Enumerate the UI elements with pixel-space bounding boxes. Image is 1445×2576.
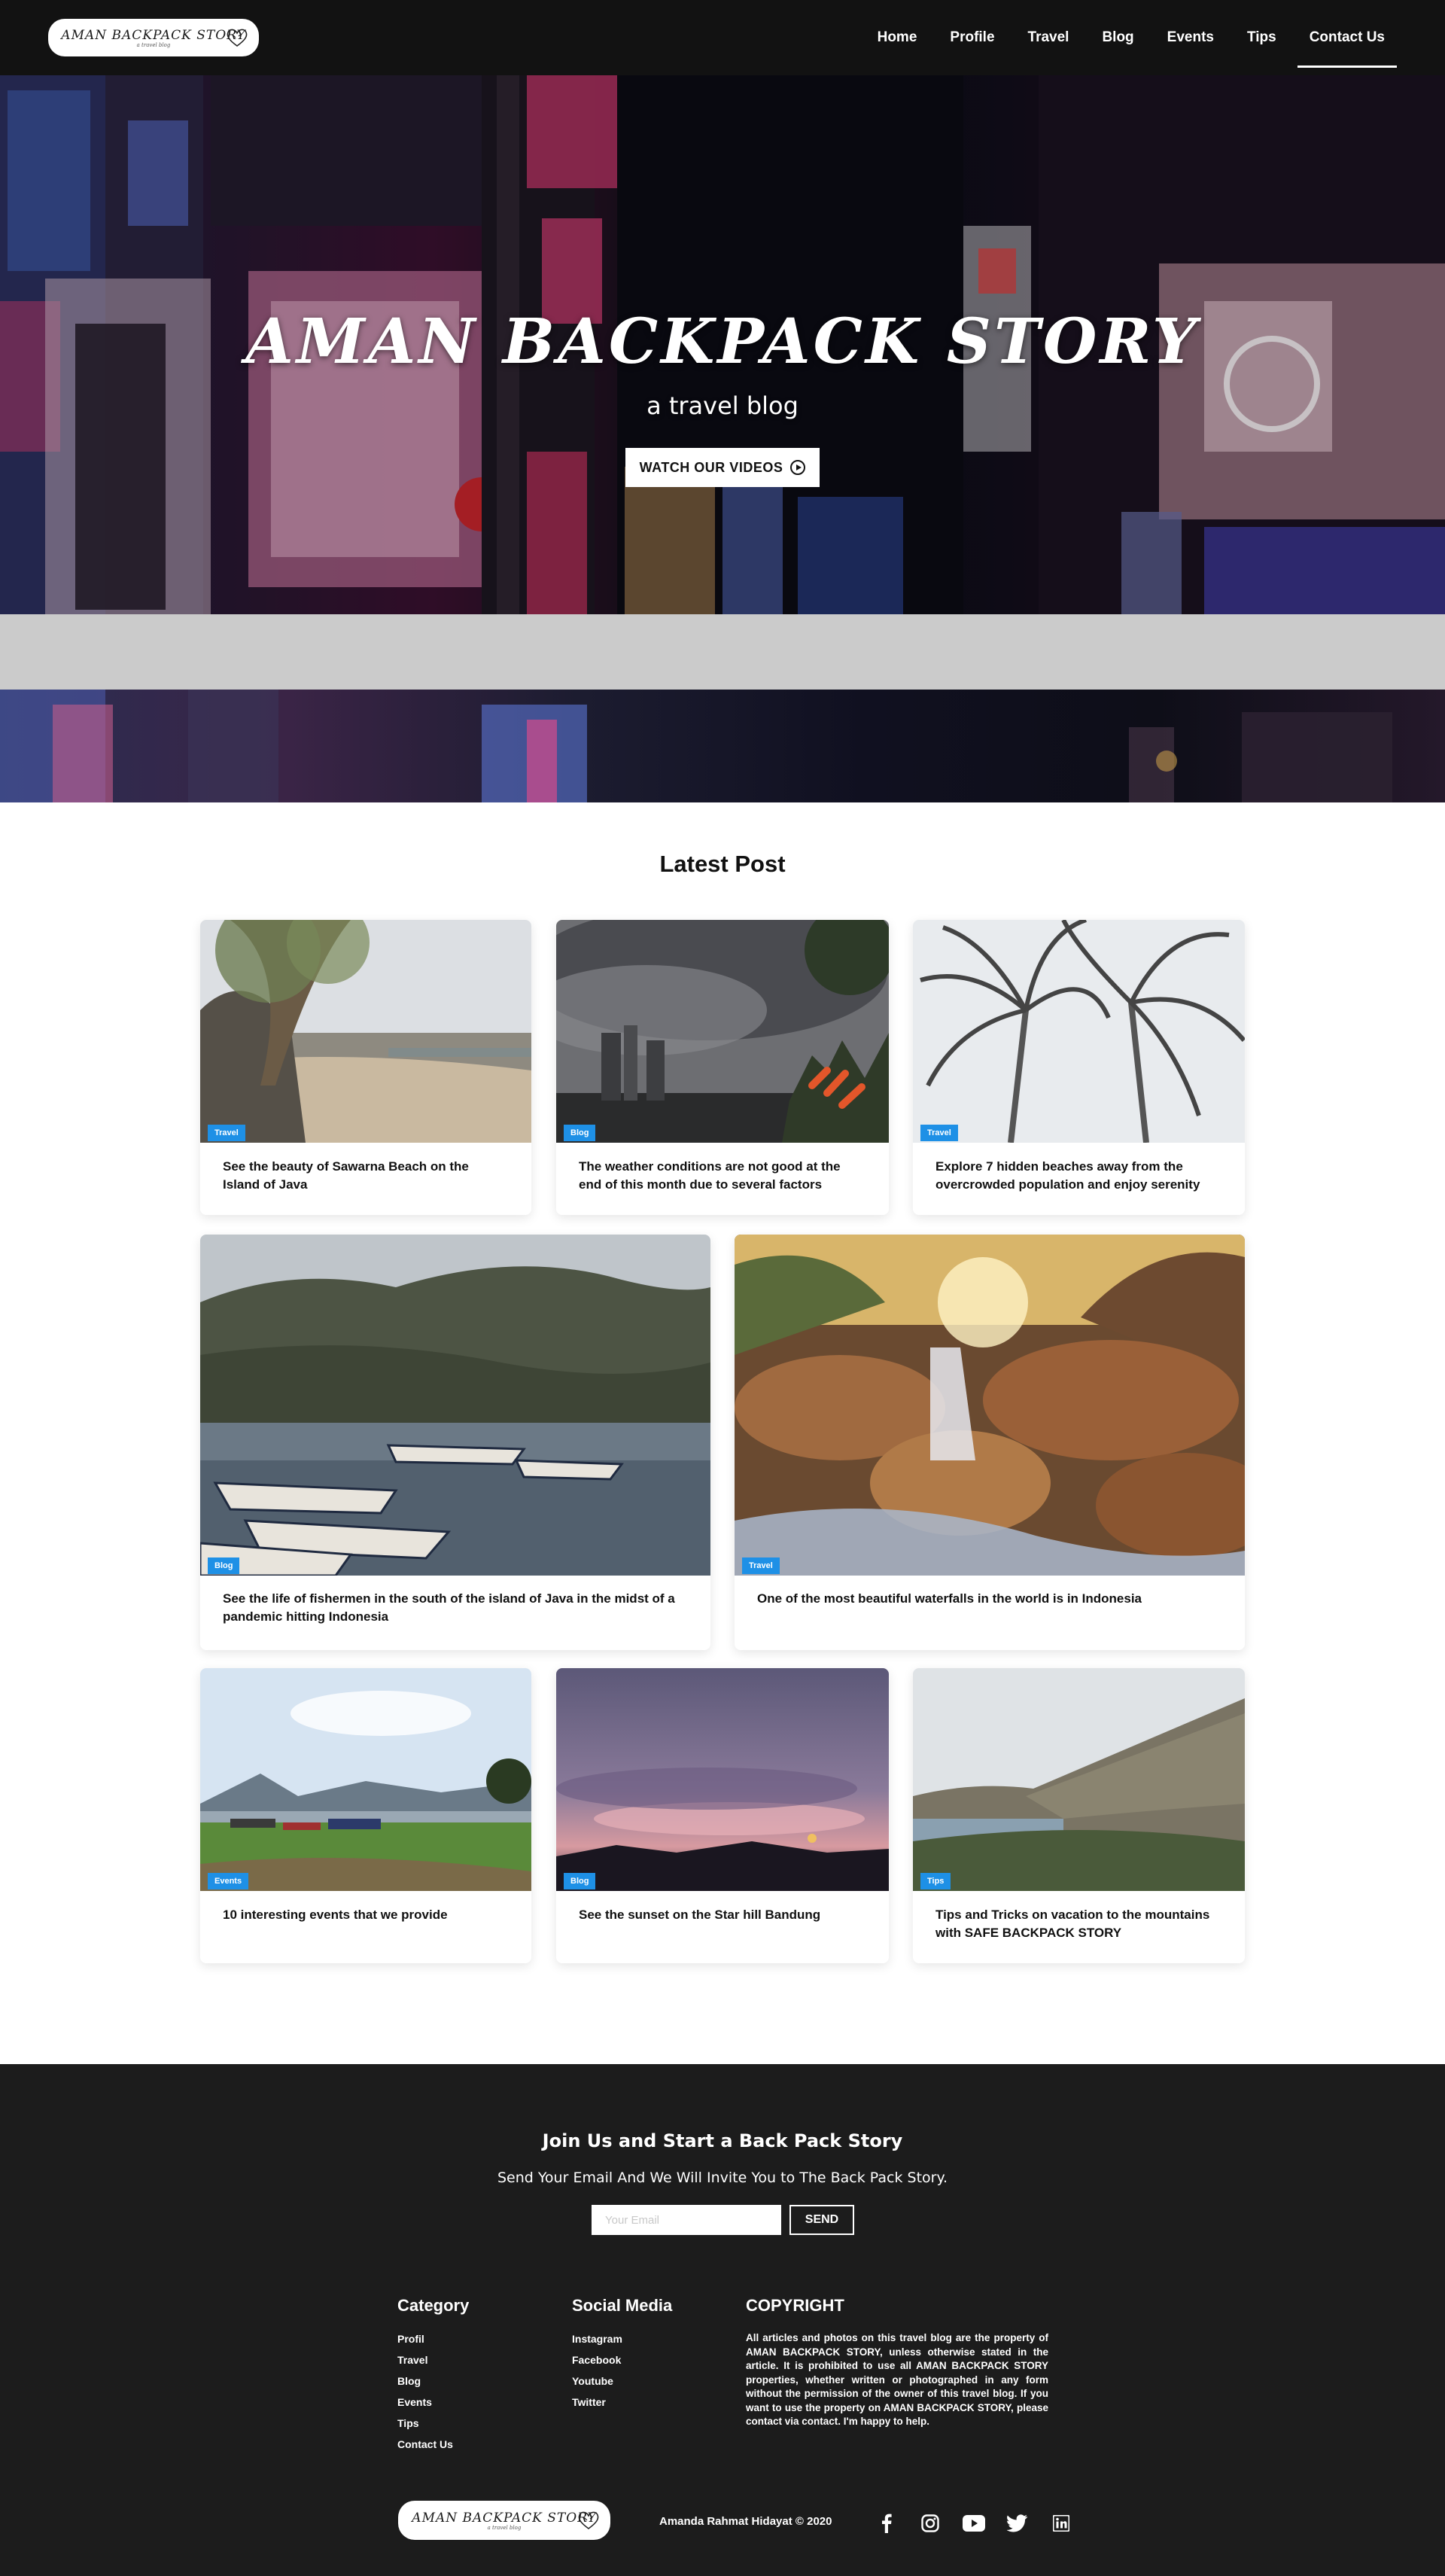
facebook-icon[interactable]	[875, 2511, 899, 2535]
social-icons	[875, 2511, 1093, 2535]
post-card[interactable]: Tips Tips and Tricks on vacation to the …	[913, 1668, 1245, 1963]
post-image-palms	[913, 920, 1245, 1143]
footer-link-travel[interactable]: Travel	[397, 2352, 453, 2374]
category-heading: Category	[397, 2296, 470, 2315]
footer-link-twitter[interactable]: Twitter	[572, 2395, 622, 2416]
nav-tips[interactable]: Tips	[1247, 0, 1276, 75]
send-button[interactable]: SEND	[789, 2205, 854, 2235]
post-title[interactable]: The weather conditions are not good at t…	[579, 1158, 866, 1194]
join-title: Join Us and Start a Back Pack Story	[542, 2130, 903, 2151]
footer-link-instagram[interactable]: Instagram	[572, 2331, 622, 2352]
heart-icon	[227, 29, 248, 47]
post-image-waterfall	[735, 1235, 1245, 1576]
watch-videos-label: WATCH OUR VIDEOS	[639, 459, 783, 475]
post-title[interactable]: Explore 7 hidden beaches away from the o…	[935, 1158, 1222, 1194]
category-badge[interactable]: Travel	[208, 1125, 245, 1141]
footer-link-blog[interactable]: Blog	[397, 2374, 453, 2395]
latest-post-heading: Latest Post	[659, 851, 786, 877]
play-circle-icon	[790, 460, 806, 475]
nav-contact-us[interactable]: Contact Us	[1297, 0, 1398, 75]
category-badge[interactable]: Travel	[920, 1125, 958, 1141]
logo-subtext: a travel blog	[136, 41, 171, 48]
category-badge[interactable]: Travel	[742, 1557, 780, 1574]
footer-link-youtube[interactable]: Youtube	[572, 2374, 622, 2395]
social-media-list: Instagram Facebook Youtube Twitter	[572, 2331, 622, 2416]
post-image-lakeside	[200, 1668, 531, 1891]
site-logo[interactable]: AMAN BACKPACK STORY a travel blog	[48, 19, 259, 56]
footer-link-events[interactable]: Events	[397, 2395, 453, 2416]
footer-logo[interactable]: AMAN BACKPACK STORY a travel blog	[398, 2501, 610, 2540]
nav-home[interactable]: Home	[878, 0, 917, 75]
logo-text: AMAN BACKPACK STORY	[412, 2510, 597, 2526]
post-card[interactable]: Travel See the beauty of Sawarna Beach o…	[200, 920, 531, 1215]
strip-background-image	[0, 690, 1392, 802]
logo-subtext: a travel blog	[487, 2524, 522, 2531]
post-title[interactable]: See the beauty of Sawarna Beach on the I…	[223, 1158, 509, 1194]
post-card[interactable]: Events 10 interesting events that we pro…	[200, 1668, 531, 1963]
category-list: Profil Travel Blog Events Tips Contact U…	[397, 2331, 453, 2458]
category-badge[interactable]: Tips	[920, 1873, 951, 1889]
footer-link-facebook[interactable]: Facebook	[572, 2352, 622, 2374]
post-card[interactable]: Travel One of the most beautiful waterfa…	[735, 1235, 1245, 1650]
post-title[interactable]: See the sunset on the Star hill Bandung	[579, 1906, 866, 1924]
post-image-mountain	[913, 1668, 1245, 1891]
hero-strip-image	[0, 690, 1445, 802]
post-image-storm	[556, 920, 889, 1143]
hero-subtitle: a travel blog	[646, 391, 799, 420]
nav-travel[interactable]: Travel	[1028, 0, 1069, 75]
social-media-heading: Social Media	[572, 2296, 673, 2315]
post-image-fishing-boats	[200, 1235, 710, 1576]
hero-banner: AMAN BACKPACK STORY a travel blog WATCH …	[0, 75, 1445, 614]
post-title[interactable]: 10 interesting events that we provide	[223, 1906, 509, 1924]
post-card[interactable]: Blog The weather conditions are not good…	[556, 920, 889, 1215]
footer-link-profil[interactable]: Profil	[397, 2331, 453, 2352]
footer-link-contact-us[interactable]: Contact Us	[397, 2437, 453, 2458]
copyright-text: All articles and photos on this travel b…	[746, 2332, 1048, 2427]
category-badge[interactable]: Events	[208, 1873, 249, 1889]
post-title[interactable]: One of the most beautiful waterfalls in …	[757, 1590, 1222, 1608]
instagram-icon[interactable]	[918, 2511, 942, 2535]
copyright-heading: COPYRIGHT	[746, 2296, 844, 2315]
nav-profile[interactable]: Profile	[950, 0, 994, 75]
logo-text: AMAN BACKPACK STORY	[61, 27, 246, 43]
hero-title: AMAN BACKPACK STORY	[245, 306, 1200, 378]
post-image-sunset	[556, 1668, 889, 1891]
category-badge[interactable]: Blog	[564, 1125, 596, 1141]
post-card[interactable]: Blog See the sunset on the Star hill Ban…	[556, 1668, 889, 1963]
main-nav: Home Profile Travel Blog Events Tips Con…	[844, 0, 1398, 75]
twitter-icon[interactable]	[1005, 2511, 1030, 2535]
credit-text: Amanda Rahmat Hidayat © 2020	[659, 2515, 832, 2528]
category-badge[interactable]: Blog	[564, 1873, 596, 1889]
nav-blog[interactable]: Blog	[1102, 0, 1133, 75]
top-navbar: AMAN BACKPACK STORY a travel blog Home P…	[0, 0, 1445, 75]
post-card[interactable]: Blog See the life of fishermen in the so…	[200, 1235, 710, 1650]
post-card[interactable]: Travel Explore 7 hidden beaches away fro…	[913, 920, 1245, 1215]
email-input[interactable]	[592, 2205, 781, 2235]
linkedin-icon[interactable]	[1049, 2511, 1073, 2535]
watch-videos-button[interactable]: WATCH OUR VIDEOS	[625, 448, 820, 487]
heart-icon	[578, 2511, 599, 2529]
post-title[interactable]: See the life of fishermen in the south o…	[223, 1590, 688, 1626]
footer-link-tips[interactable]: Tips	[397, 2416, 453, 2437]
post-image-beach	[200, 920, 531, 1143]
youtube-icon[interactable]	[962, 2511, 986, 2535]
join-subtitle: Send Your Email And We Will Invite You t…	[497, 2170, 948, 2186]
nav-events[interactable]: Events	[1167, 0, 1214, 75]
site-footer: Join Us and Start a Back Pack Story Send…	[0, 2064, 1445, 2576]
gray-band	[0, 614, 1445, 690]
post-title[interactable]: Tips and Tricks on vacation to the mount…	[935, 1906, 1222, 1942]
category-badge[interactable]: Blog	[208, 1557, 240, 1574]
